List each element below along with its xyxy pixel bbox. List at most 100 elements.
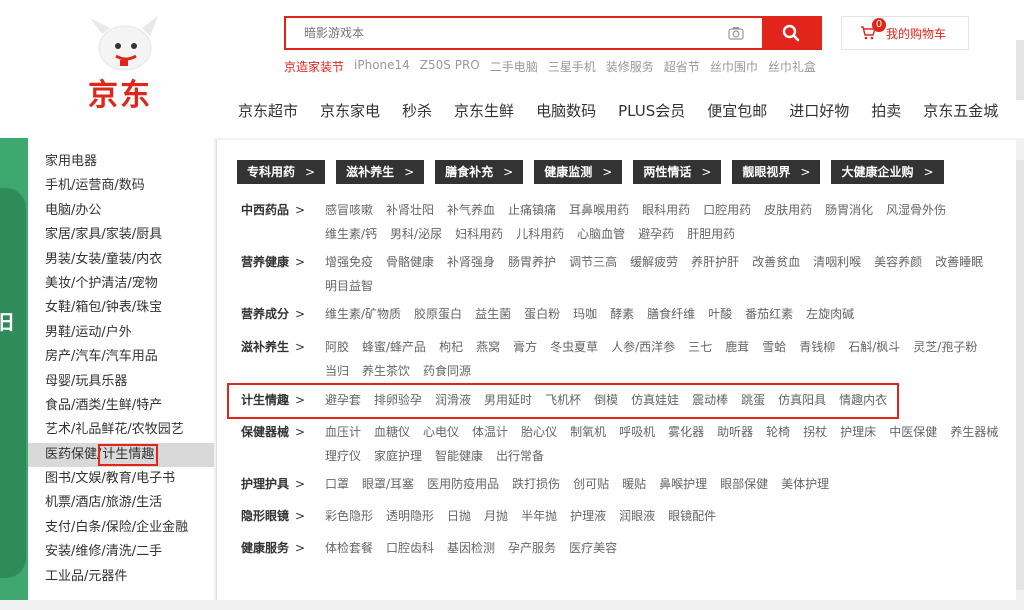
- subcategory-link[interactable]: 叶酸: [708, 302, 732, 326]
- subcategory-link[interactable]: 雪蛤: [762, 335, 786, 359]
- subcategory-link[interactable]: 家庭护理: [374, 444, 422, 468]
- nav-link[interactable]: 电脑数码: [536, 100, 596, 121]
- subcategory-link[interactable]: 玛咖: [573, 302, 597, 326]
- subcategory-link[interactable]: 男科/泌尿: [390, 222, 442, 246]
- subcategory-link[interactable]: 养肝护肝: [691, 250, 739, 274]
- category-item[interactable]: 家用电器: [28, 150, 214, 174]
- subcategory-link[interactable]: 呼吸机: [619, 420, 655, 444]
- category-item[interactable]: 男鞋/运动/户外: [28, 321, 214, 345]
- hotword-link[interactable]: 装修服务: [606, 58, 654, 75]
- subcategory-link[interactable]: 透明隐形: [386, 504, 434, 528]
- subcategory-link[interactable]: 明目益智: [325, 274, 373, 298]
- hotword-link[interactable]: 丝巾礼盒: [768, 58, 816, 75]
- subcategory-link[interactable]: 创可贴: [573, 472, 609, 496]
- hotword-link[interactable]: 超省节: [664, 58, 700, 75]
- search-button[interactable]: [762, 18, 820, 48]
- subcategory-link[interactable]: 肠胃养护: [508, 250, 556, 274]
- subcategory-link[interactable]: 鼻喉护理: [659, 472, 707, 496]
- subcategory-link[interactable]: 膏方: [513, 335, 537, 359]
- subcategory-link[interactable]: 左旋肉碱: [806, 302, 854, 326]
- subcategory-link[interactable]: 补肾强身: [447, 250, 495, 274]
- subcategory-link[interactable]: 肠胃消化: [825, 198, 873, 222]
- subcategory-link[interactable]: 月抛: [484, 504, 508, 528]
- subcategory-link[interactable]: 眼镜配件: [668, 504, 716, 528]
- subcategory-link[interactable]: 美容养颜: [874, 250, 922, 274]
- subcategory-link[interactable]: 阿胶: [325, 335, 349, 359]
- subcategory-link[interactable]: 维生素/矿物质: [325, 302, 401, 326]
- subcategory-link[interactable]: 儿科用药: [516, 222, 564, 246]
- subcategory-link[interactable]: 骨骼健康: [386, 250, 434, 274]
- category-item[interactable]: 食品/酒类/生鲜/特产: [28, 394, 214, 418]
- subcategory-link[interactable]: 枸杞: [439, 335, 463, 359]
- hotword-link[interactable]: 丝巾围巾: [710, 58, 758, 75]
- subcategory-link[interactable]: 出行常备: [496, 444, 544, 468]
- channel-tag[interactable]: 两性情话 >: [633, 160, 722, 184]
- category-item[interactable]: 美妆/个护清洁/宠物: [28, 272, 214, 296]
- nav-link[interactable]: 便宜包邮: [707, 100, 767, 121]
- subcategory-link[interactable]: 口腔用药: [703, 198, 751, 222]
- subcategory-link[interactable]: 眼部保健: [720, 472, 768, 496]
- category-item[interactable]: 电脑/办公: [28, 199, 214, 223]
- subcategory-link[interactable]: 雾化器: [668, 420, 704, 444]
- subcategory-link[interactable]: 美体护理: [781, 472, 829, 496]
- subcategory-link[interactable]: 润眼液: [619, 504, 655, 528]
- category-item[interactable]: 房产/汽车/汽车用品: [28, 345, 214, 369]
- subcategory-link[interactable]: 孕产服务: [508, 536, 556, 560]
- hotword-link[interactable]: 二手电脑: [490, 58, 538, 75]
- search-input[interactable]: [286, 18, 724, 48]
- subcategory-link[interactable]: 补气养血: [447, 198, 495, 222]
- subcategory-link[interactable]: 血压计: [325, 420, 361, 444]
- subcategory-link[interactable]: 燕窝: [476, 335, 500, 359]
- subcategory-link[interactable]: 拐杖: [803, 420, 827, 444]
- subcategory-link[interactable]: 避孕药: [638, 222, 674, 246]
- category-highlight[interactable]: 计生情趣: [98, 443, 159, 466]
- hotword-link[interactable]: Z50S PRO: [420, 58, 480, 75]
- subcategory-link[interactable]: 口腔齿科: [386, 536, 434, 560]
- subcategory-link[interactable]: 心电仪: [423, 420, 459, 444]
- nav-link[interactable]: 京东家电: [320, 100, 380, 121]
- nav-link[interactable]: 京东生鲜: [454, 100, 514, 121]
- subcategory-link[interactable]: 医疗美容: [569, 536, 617, 560]
- subcategory-link[interactable]: 口罩: [325, 472, 349, 496]
- channel-tag[interactable]: 靓眼视界 >: [732, 160, 821, 184]
- subcategory-link[interactable]: 蛋白粉: [524, 302, 560, 326]
- category-item[interactable]: 艺术/礼品鲜花/农牧园艺: [28, 418, 214, 442]
- category-item[interactable]: 男装/女装/童装/内衣: [28, 248, 214, 272]
- category-item[interactable]: 图书/文娱/教育/电子书: [28, 467, 214, 491]
- subcategory-link[interactable]: 基因检测: [447, 536, 495, 560]
- subcategory-link[interactable]: 彩色隐形: [325, 504, 373, 528]
- subcategory-link[interactable]: 心脑血管: [577, 222, 625, 246]
- nav-link[interactable]: 进口好物: [789, 100, 849, 121]
- subcategory-link[interactable]: 中医保健: [889, 420, 937, 444]
- category-item[interactable]: 女鞋/箱包/钟表/珠宝: [28, 296, 214, 320]
- subcategory-link[interactable]: 智能健康: [435, 444, 483, 468]
- jd-logo-text[interactable]: 京东: [88, 70, 152, 114]
- subcategory-link[interactable]: 轮椅: [766, 420, 790, 444]
- subcategory-link[interactable]: 风湿骨外伤: [886, 198, 946, 222]
- cart-button[interactable]: 0 我的购物车: [841, 16, 969, 50]
- category-item[interactable]: 母婴/玩具乐器: [28, 370, 214, 394]
- channel-tag[interactable]: 滋补养生 >: [336, 160, 425, 184]
- subcategory-link[interactable]: 妇科用药: [455, 222, 503, 246]
- subcategory-link[interactable]: 暖贴: [622, 472, 646, 496]
- subcategory-link[interactable]: 青钱柳: [799, 335, 835, 359]
- subcategory-link[interactable]: 护理床: [840, 420, 876, 444]
- subcategory-link[interactable]: 胎心仪: [521, 420, 557, 444]
- camera-icon[interactable]: [724, 18, 748, 48]
- subcategory-link[interactable]: 医用防疫用品: [427, 472, 499, 496]
- row-title[interactable]: 滋补养生 >: [241, 335, 325, 383]
- subcategory-link[interactable]: 当归: [325, 359, 349, 383]
- channel-tag[interactable]: 健康监测 >: [534, 160, 623, 184]
- subcategory-link[interactable]: 人参/西洋参: [611, 335, 675, 359]
- channel-tag[interactable]: 膳食补充 >: [435, 160, 524, 184]
- subcategory-link[interactable]: 石斛/枫斗: [848, 335, 900, 359]
- subcategory-link[interactable]: 药食同源: [423, 359, 471, 383]
- subcategory-link[interactable]: 皮肤用药: [764, 198, 812, 222]
- subcategory-link[interactable]: 半年抛: [521, 504, 557, 528]
- side-banner[interactable]: 旧: [0, 138, 28, 600]
- subcategory-link[interactable]: 养生器械: [950, 420, 998, 444]
- subcategory-link[interactable]: 肝胆用药: [687, 222, 735, 246]
- subcategory-link[interactable]: 蜂蜜/蜂产品: [362, 335, 426, 359]
- channel-tag[interactable]: 大健康企业购 >: [831, 160, 944, 184]
- subcategory-link[interactable]: 膳食纤维: [647, 302, 695, 326]
